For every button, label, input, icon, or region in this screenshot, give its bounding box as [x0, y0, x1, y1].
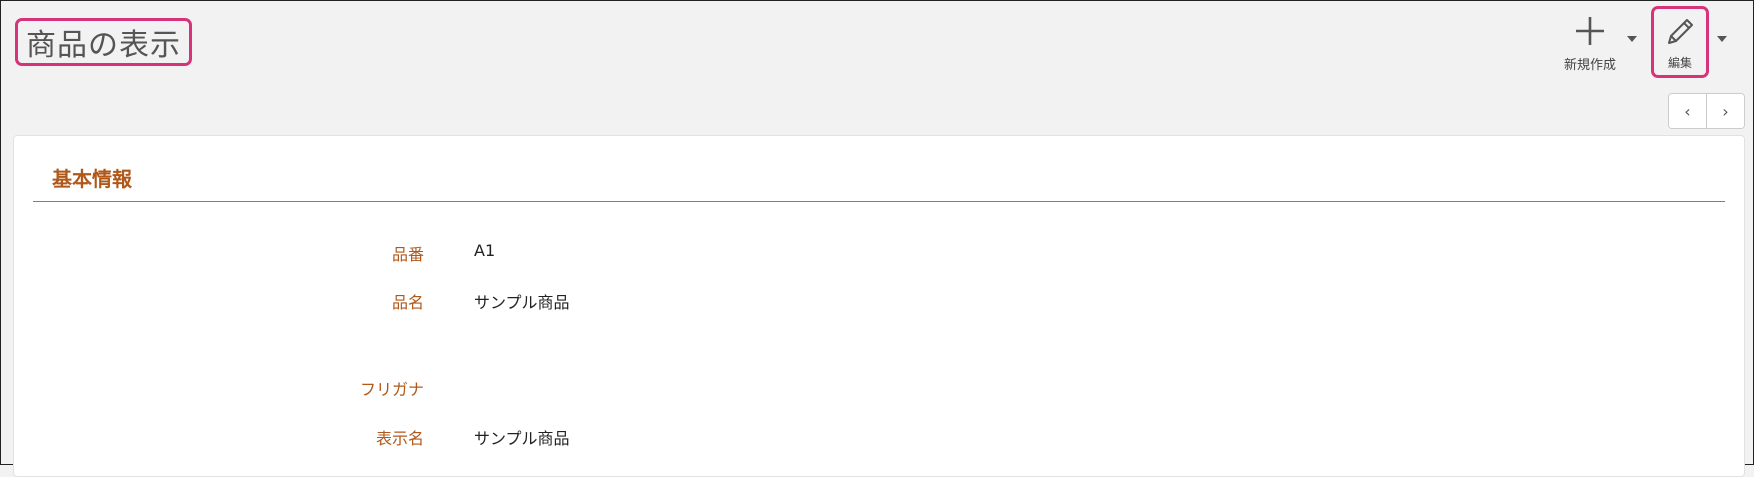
field-value: サンプル商品 — [474, 429, 570, 448]
next-record-button[interactable]: › — [1706, 94, 1744, 128]
field-label: 品名 — [391, 293, 424, 312]
field-label: 品番 — [391, 245, 424, 264]
edit-button[interactable]: 編集 — [1651, 6, 1709, 78]
new-dropdown-caret-icon[interactable] — [1627, 36, 1637, 42]
field-label: フリガナ — [359, 380, 424, 399]
detail-card: 基本情報 品番 A1 品名 サンプル商品 フリガナ 表示名 サンプル商品 — [13, 135, 1745, 477]
field-value: A1 — [474, 241, 496, 260]
edit-dropdown-caret-icon[interactable] — [1717, 36, 1727, 42]
field-row-furigana: フリガナ — [14, 376, 1014, 400]
field-row-display-name: 表示名 サンプル商品 — [14, 425, 1014, 449]
page-title: 商品の表示 — [26, 28, 181, 63]
prev-record-button[interactable]: ‹ — [1669, 94, 1706, 128]
section-title: 基本情報 — [52, 167, 132, 191]
plus-icon — [1576, 17, 1604, 45]
pencil-icon — [1668, 19, 1693, 44]
field-value: サンプル商品 — [474, 293, 570, 312]
section-header: 基本情報 — [33, 153, 1725, 202]
edit-button-label: 編集 — [1667, 56, 1692, 70]
new-button[interactable]: 新規作成 — [1557, 13, 1623, 73]
field-row-product-name: 品名 サンプル商品 — [14, 289, 1014, 313]
field-label: 表示名 — [375, 429, 424, 448]
field-row-part-number: 品番 A1 — [14, 241, 1014, 265]
record-pager: ‹ › — [1668, 93, 1745, 129]
new-button-label: 新規作成 — [1563, 58, 1616, 73]
page-title-highlight: 商品の表示 — [15, 18, 192, 66]
